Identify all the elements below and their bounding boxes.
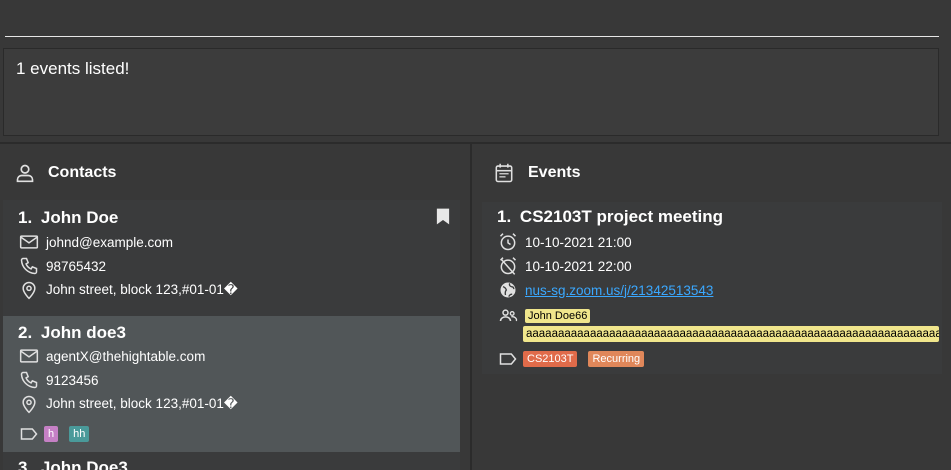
event-name: CS2103T project meeting [519,207,724,226]
tag-icon [497,348,519,370]
contact-phone-row: 9123456 [18,369,99,391]
contact-index: 3. [18,458,33,470]
event-name-row: 1. CS2103T project meeting [497,207,723,227]
globe-icon [497,279,519,301]
participant-tag: John Doe66 [525,309,591,323]
event-end-row: 10-10-2021 22:00 [497,255,632,277]
contact-phone: 98765432 [46,258,107,274]
contact-index: 2. [18,323,33,342]
contact-address: John street, block 123,#01-01� [46,282,238,297]
people-icon [497,305,519,327]
calendar-icon [490,158,518,188]
location-icon [18,279,40,301]
command-box [0,0,951,44]
contact-phone-row: 98765432 [18,255,106,277]
contact-name: John Doe [40,208,119,227]
person-icon [12,160,38,186]
bookmark-icon[interactable] [436,208,450,230]
contacts-title: Contacts [48,164,117,181]
events-title: Events [528,164,581,181]
events-panel: Events 1. CS2103T project meeting 10-10-… [472,144,951,470]
location-icon [18,393,40,415]
event-participants-row: John Doe66 [497,305,591,327]
contact-address-row: John street, block 123,#01-01� [18,393,238,415]
contact-email-row: johnd@example.com [18,231,173,253]
alarm-off-icon [497,255,519,277]
event-card[interactable]: 1. CS2103T project meeting 10-10-2021 21… [482,202,942,374]
tag-badge: hh [69,426,90,442]
command-input[interactable] [5,0,939,37]
contacts-panel: Contacts 1. John Doe johnd@example.com 9… [0,144,470,470]
email-icon [18,231,40,253]
tag-icon [18,423,40,445]
contact-name-row: 3. John Doe3 [18,458,128,470]
result-text: 1 events listed! [16,59,130,78]
phone-icon [18,369,40,391]
event-end: 10-10-2021 22:00 [525,258,632,274]
contact-email: johnd@example.com [46,234,174,250]
contact-name-row: 1. John Doe [18,208,118,228]
alarm-icon [497,231,519,253]
contact-address: John street, block 123,#01-01� [46,396,238,411]
phone-icon [18,255,40,277]
contact-card[interactable]: 1. John Doe johnd@example.com 98765432 J… [3,200,460,316]
tag-badge: CS2103T [523,351,578,367]
contact-card[interactable]: 3. John Doe3 [3,452,460,470]
contact-email: agentX@thehightable.com [46,348,206,364]
result-display: 1 events listed! [3,48,939,136]
contact-phone: 9123456 [46,372,99,388]
email-icon [18,345,40,367]
contact-email-row: agentX@thehightable.com [18,345,205,367]
contact-address-row: John street, block 123,#01-01� [18,279,238,301]
event-start: 10-10-2021 21:00 [525,234,632,250]
event-link[interactable]: nus-sg.zoom.us/j/21342513543 [525,283,713,298]
contact-name: John Doe3 [40,458,128,470]
event-link-row: nus-sg.zoom.us/j/21342513543 [497,279,713,301]
contact-name: John doe3 [40,323,126,342]
event-index: 1. [497,207,512,226]
event-start-row: 10-10-2021 21:00 [497,231,632,253]
contacts-header: Contacts [12,158,116,188]
contact-tags-row: h hh [18,423,94,445]
events-header: Events [490,158,580,188]
contact-name-row: 2. John doe3 [18,323,126,343]
tag-badge: Recurring [588,351,645,367]
event-tags-row: CS2103T Recurring [497,348,649,370]
event-description: aaaaaaaaaaaaaaaaaaaaaaaaaaaaaaaaaaaaaaaa… [523,326,939,342]
contact-card[interactable]: 2. John doe3 agentX@thehightable.com 912… [3,316,460,452]
tag-badge: h [44,426,59,442]
contact-index: 1. [18,208,33,227]
